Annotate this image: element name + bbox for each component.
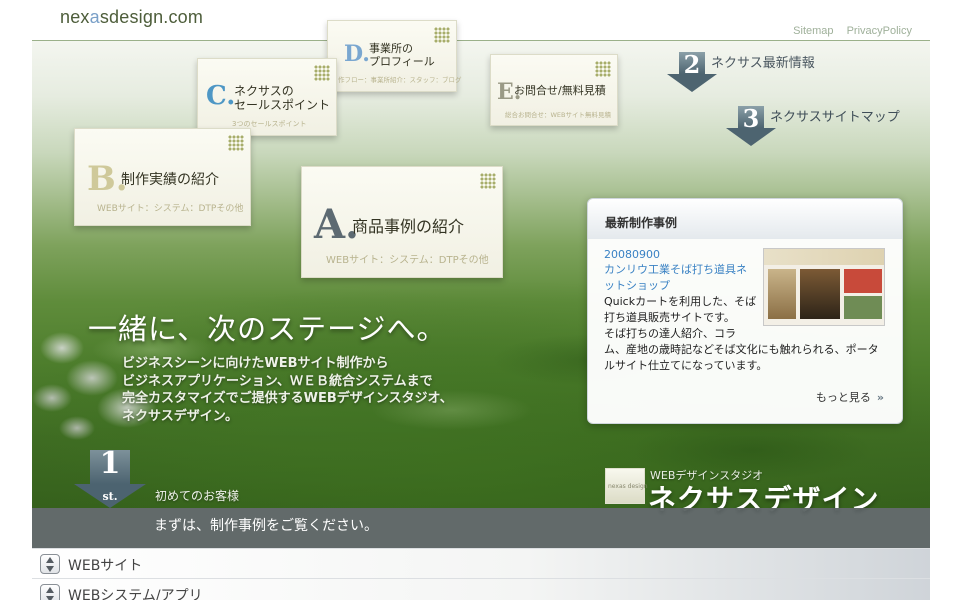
news-date-link[interactable]: 20080900	[604, 248, 660, 261]
step-suffix: st.	[102, 490, 118, 503]
card-title: 商品事例の紹介	[352, 217, 465, 236]
card-works[interactable]: B. 制作実績の紹介 WEBサイト：システム：DTPその他	[74, 128, 251, 226]
marker-label: ネクサス最新情報	[711, 56, 815, 71]
thumb-banner	[764, 249, 884, 265]
intro-line: ビジネスシーンに向けたWEBサイト制作から	[122, 356, 389, 371]
logo-text-post: sdesign.com	[99, 7, 204, 27]
accordion-label: WEBシステム/アプリ	[68, 588, 203, 600]
accordion-web-system[interactable]: WEBシステム/アプリ	[32, 578, 930, 600]
intro-line: 完全カスタマイズでご提供するWEBデザインスタジオ、	[122, 391, 453, 406]
expand-toggle-icon[interactable]	[40, 554, 60, 574]
privacy-policy-link[interactable]: PrivacyPolicy	[847, 25, 912, 37]
card-title-line: 事業所の	[369, 42, 413, 55]
first-visit-label: 初めてのお客様	[155, 489, 240, 503]
news-title-line: ットショップ	[604, 279, 670, 292]
dot-grid-icon	[434, 27, 450, 43]
step-number: 1	[99, 446, 121, 481]
expand-toggle-icon[interactable]	[40, 584, 60, 600]
card-letter: D.	[344, 41, 370, 67]
more-link[interactable]: もっと見る »	[816, 389, 884, 405]
news-body-line: ルサイト仕立てになっています。	[604, 359, 768, 372]
brand-logo-box: nexas design	[605, 468, 648, 504]
card-contact[interactable]: E. お問合せ/無料見積 総合お問合せ：WEBサイト無料見積	[490, 54, 618, 126]
header-divider	[32, 40, 930, 41]
double-chevron-right-icon: »	[876, 391, 884, 404]
card-title-line: セールスポイント	[234, 98, 331, 112]
step-number: 3	[742, 104, 760, 133]
card-subtitle: WEBサイト：システム：DTPその他	[326, 255, 489, 266]
dot-grid-icon	[480, 173, 496, 189]
sitemap-link[interactable]: Sitemap	[793, 25, 833, 37]
panel-title: 最新制作事例	[605, 216, 678, 230]
page: nexasdesign.com Sitemap PrivacyPolicy D.…	[0, 0, 960, 600]
news-body-line: Quickカートを利用した、そば	[604, 295, 757, 308]
site-logo[interactable]: nexasdesign.com	[60, 7, 203, 28]
intro-line: ビジネスアプリケーション、ＷＥＢ統合システムまで	[122, 373, 433, 389]
news-body-line: 打ち道具販売サイトです。	[604, 311, 735, 324]
card-products[interactable]: A. 商品事例の紹介 WEBサイト：システム：DTPその他	[301, 166, 503, 278]
step-number: 2	[683, 50, 701, 79]
card-title: お問合せ/無料見積	[514, 84, 606, 97]
news-title-link[interactable]: カンリウ工業そば打ち道具ネ ットショップ	[604, 262, 754, 294]
accordion-web-site[interactable]: WEBサイト	[32, 548, 930, 578]
card-sales-points[interactable]: C. ネクサスの セールスポイント 3つのセールスポイント	[197, 58, 337, 136]
card-subtitle: 作フロー：事業所紹介：スタッフ：ブログ	[338, 76, 462, 84]
dot-grid-icon	[228, 135, 244, 151]
card-title: ネクサスの セールスポイント	[234, 84, 330, 112]
more-label: もっと見る	[815, 391, 871, 404]
news-body-line: そば打ちの達人紹介、コラ	[604, 327, 736, 340]
card-title: 事業所の プロフィール	[369, 42, 435, 68]
marker-label: ネクサスサイトマップ	[770, 110, 900, 125]
hero-headline: 一緒に、次のステージへ。	[88, 312, 447, 346]
card-title-line: プロフィール	[369, 55, 435, 68]
intro-band-text: まずは、制作事例をご覧ください。	[154, 518, 378, 534]
news-title-line: カンリウ工業そば打ち道具ネ	[604, 263, 747, 276]
logo-text-accent: a	[89, 7, 100, 27]
card-subtitle: 総合お問合せ：WEBサイト無料見積	[505, 111, 611, 119]
card-title-line: ネクサスの	[234, 84, 294, 98]
dot-grid-icon	[314, 65, 330, 81]
intro-line: ネクサスデザイン。	[122, 408, 238, 424]
thumb-photo	[844, 269, 882, 293]
news-body-line: ム、産地の歳時記などそば文化にも触れられる、ポータ	[604, 343, 879, 356]
brand-box-text: nexas design	[608, 483, 648, 490]
news-body: Quickカートを利用した、そば 打ち道具販売サイトです。 そば打ちの達人紹介、…	[604, 294, 890, 374]
hero-intro: ビジネスシーンに向けたWEBサイト制作から ビジネスアプリケーション、ＷＥＢ統合…	[122, 355, 453, 425]
card-subtitle: WEBサイト：システム：DTPその他	[97, 204, 244, 214]
card-profile[interactable]: D. 事業所の プロフィール 作フロー：事業所紹介：スタッフ：ブログ	[327, 20, 462, 92]
dot-grid-icon	[595, 61, 611, 77]
latest-works-panel: 最新制作事例 20080900 カンリウ工業そば打ち道具ネ ットショップ Quic…	[587, 198, 903, 424]
top-links: Sitemap PrivacyPolicy	[783, 25, 912, 37]
card-title: 制作実績の紹介	[121, 172, 219, 188]
accordion-label: WEBサイト	[68, 558, 143, 574]
logo-text-pre: nex	[60, 7, 90, 27]
card-letter: C.	[206, 81, 236, 111]
